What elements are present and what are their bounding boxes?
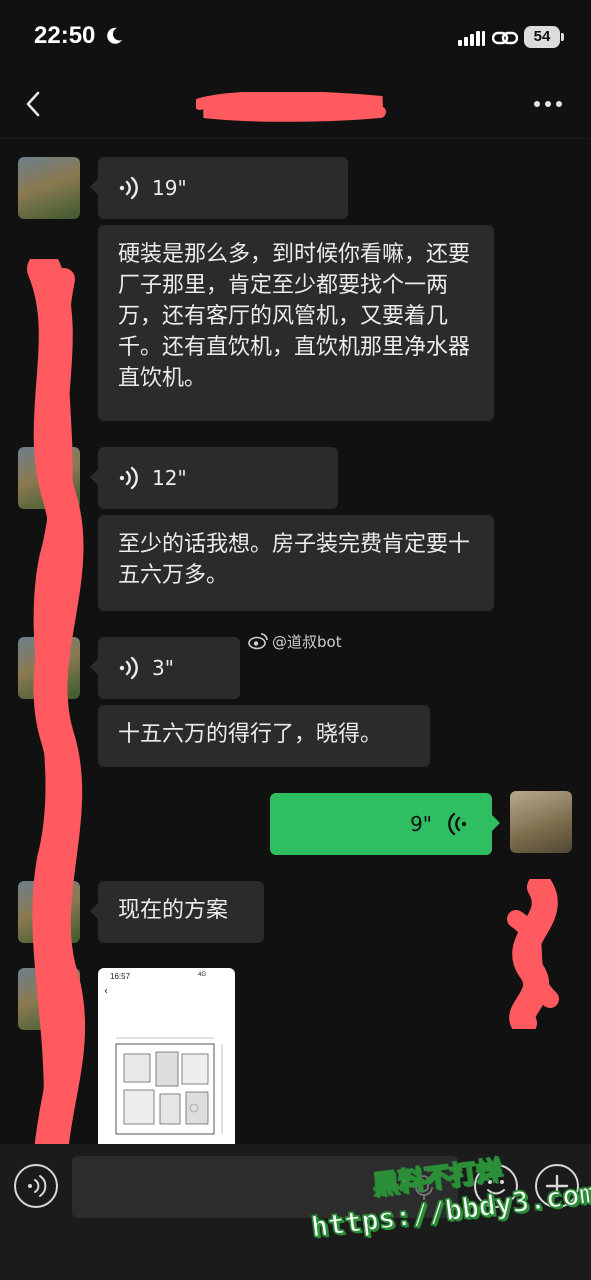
voice-duration: 3"	[152, 655, 174, 680]
status-bar: 22:50 54	[0, 0, 591, 76]
battery-icon: 54	[524, 26, 560, 48]
voice-transcript[interactable]: 硬装是那么多，到时候你看嘛，还要厂子那里，肯定至少都要找个一两万，还有客厅的风管…	[98, 225, 494, 421]
back-button[interactable]	[18, 88, 50, 120]
voice-transcript[interactable]: 十五六万的得行了，晓得。	[98, 705, 430, 767]
transcript-text: 硬装是那么多，到时候你看嘛，还要厂子那里，肯定至少都要找个一两万，还有客厅的风管…	[118, 242, 471, 391]
voice-wave-icon	[119, 466, 138, 490]
link-icon	[492, 31, 518, 45]
voice-wave-icon	[448, 812, 467, 836]
transcript-text: 十五六万的得行了，晓得。	[118, 722, 383, 747]
signal-icon	[458, 31, 485, 46]
image-message[interactable]: 16:57 4G ‹	[98, 968, 235, 1144]
status-time: 22:50	[34, 22, 96, 49]
voice-duration: 9"	[410, 812, 432, 836]
message-text: 现在的方案	[118, 898, 229, 923]
more-options-button[interactable]	[530, 92, 566, 116]
thumbnail-back-icon: ‹	[104, 986, 108, 997]
voice-wave-icon	[119, 176, 138, 200]
battery-level: 54	[533, 28, 551, 45]
contact-avatar[interactable]	[18, 157, 80, 219]
redacted-chat-title	[196, 92, 386, 122]
redaction-scribble	[27, 259, 86, 1144]
moon-icon	[107, 27, 122, 44]
weibo-watermark: @道叔bot	[248, 629, 342, 653]
voice-message[interactable]: 3"	[90, 637, 240, 699]
voice-message[interactable]: 12"	[90, 447, 338, 509]
voice-input-toggle[interactable]	[14, 1164, 58, 1208]
voice-duration: 19"	[152, 175, 187, 200]
redaction-scribble	[507, 879, 559, 1029]
my-voice-message[interactable]: 9"	[270, 793, 500, 855]
voice-wave-icon	[119, 656, 138, 680]
transcript-text: 至少的话我想。房子装完费肯定要十五六万多。	[118, 532, 471, 588]
voice-transcript[interactable]: 至少的话我想。房子装完费肯定要十五六万多。	[98, 515, 494, 611]
weibo-watermark-text: @道叔bot	[272, 632, 342, 651]
weibo-logo-icon	[248, 633, 268, 650]
battery-tip	[561, 33, 564, 41]
thumbnail-status: 4G	[198, 972, 207, 978]
chat-header	[0, 76, 591, 139]
thumbnail-time: 16:57	[110, 972, 131, 981]
text-message[interactable]: 现在的方案	[90, 881, 264, 943]
my-avatar[interactable]	[510, 791, 572, 853]
voice-message[interactable]: 19"	[90, 157, 348, 219]
floor-plan-image	[115, 1037, 223, 1135]
chat-message-list[interactable]: 19" 硬装是那么多，到时候你看嘛，还要厂子那里，肯定至少都要找个一两万，还有客…	[0, 139, 591, 1144]
voice-duration: 12"	[152, 465, 187, 490]
